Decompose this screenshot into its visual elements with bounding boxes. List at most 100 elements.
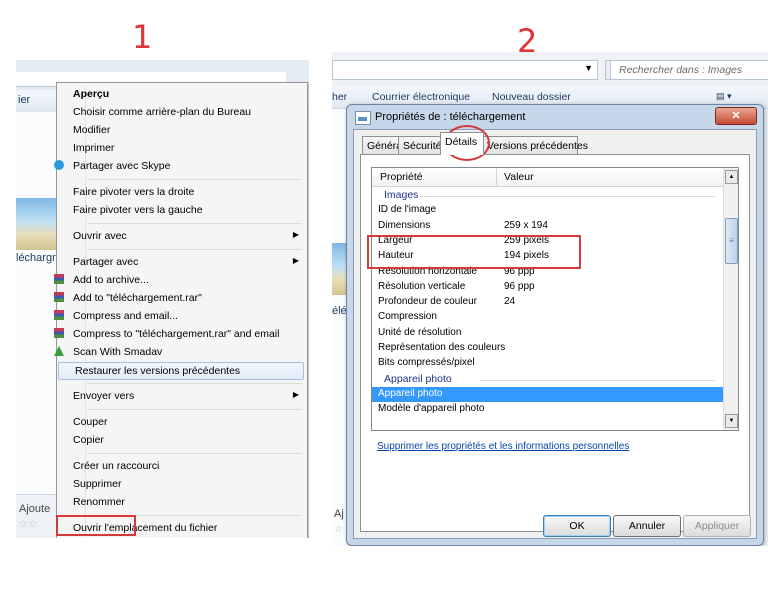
property-row[interactable]: Bits compressés/pixel [372,356,724,371]
toolbar-fragment: ier [18,94,31,106]
property-value: 259 x 194 [504,219,548,231]
menu-item[interactable]: Scan With Smadav [54,344,305,360]
highlight-box-properties [56,515,136,536]
highlight-box-width-height [367,235,581,269]
menu-item[interactable]: Modifier [57,122,305,138]
property-row[interactable]: ID de l'image [372,203,724,218]
menu-item[interactable]: Partager avec Skype [54,158,305,174]
property-group-header[interactable]: Images [372,188,724,203]
menu-item-label: Partager avec Skype [73,160,171,172]
property-row[interactable]: Compression [372,310,724,325]
menu-item[interactable]: Copier [57,432,305,448]
property-row[interactable]: Unité de résolution [372,326,724,341]
column-divider[interactable] [496,168,497,186]
menu-item-label: Supprimer [73,478,122,490]
menu-item[interactable]: Partager avec ▶ [57,254,305,270]
rating-stars[interactable]: ☆☆ [19,519,37,530]
address-bar[interactable]: ▼ [332,60,598,80]
step-number-1: 1 [132,18,153,56]
menu-item[interactable]: Aperçu [57,86,305,102]
properties-dialog: Propriétés de : téléchargement ✕ Général… [346,104,764,546]
vertical-scrollbar[interactable]: ▲ ≡ ▼ [723,168,738,430]
menu-item-label: Ouvrir avec [73,230,127,242]
property-name: Appareil photo [378,387,443,399]
property-row[interactable]: Modèle d'appareil photo [372,402,724,417]
menu-item-label: Compress to "téléchargement.rar" and ema… [73,328,280,340]
property-name: Dimensions [378,219,431,231]
submenu-arrow-icon: ▶ [292,390,299,399]
remove-properties-link[interactable]: Supprimer les propriétés et les informat… [377,441,629,452]
tab-previous-versions[interactable]: Versions précédentes [482,136,588,154]
cancel-button[interactable]: Annuler [613,515,681,537]
menu-item-label: Copier [73,434,104,446]
group-divider [420,196,716,197]
submenu-arrow-icon: ▶ [292,230,299,239]
scroll-down-icon[interactable]: ▼ [725,414,738,428]
scroll-thumb[interactable]: ≡ [725,218,738,264]
menu-item[interactable]: Compress to "téléchargement.rar" and ema… [54,326,305,342]
menu-item[interactable]: Compress and email... [54,308,305,324]
apply-button[interactable]: Appliquer [683,515,751,537]
thumbnail-label[interactable]: léchargr [16,252,56,264]
menu-item-label: Aperçu [73,88,110,100]
menu-item[interactable]: Envoyer vers ▶ [57,388,305,404]
ok-button[interactable]: OK [543,515,611,537]
explorer-panel-2: ▼ ⟲ Rechercher dans : Images her Courrie… [332,52,768,546]
menu-item-label: Compress and email... [73,310,179,322]
menu-item[interactable]: Faire pivoter vers la gauche [57,202,305,218]
submenu-arrow-icon: ▶ [292,256,299,265]
property-row[interactable]: Appareil photo [372,386,724,402]
tab-security[interactable]: Sécurité [398,136,442,154]
scroll-up-icon[interactable]: ▲ [725,170,738,184]
menu-item[interactable]: Renommer [57,494,305,510]
menu-item[interactable]: Restaurer les versions précédentes [58,362,304,380]
property-row[interactable]: Représentation des couleurs [372,341,724,356]
menu-item[interactable]: Supprimer [57,476,305,492]
chevron-down-icon[interactable]: ▼ [584,63,593,73]
menu-item[interactable]: Faire pivoter vers la droite [57,184,305,200]
menu-item[interactable]: Ouvrir avec ▶ [57,228,305,244]
skype-icon [54,160,64,170]
details-tab-pane: Propriété Valeur Images ID de l'image Dime… [360,154,750,532]
menu-item[interactable]: Add to "téléchargement.rar" [54,290,305,306]
property-value: 96 ppp [504,280,535,292]
details-pane-text: Ajoute [19,503,51,515]
menu-item[interactable]: Add to archive... [54,272,305,288]
details-pane-text: Aj [334,508,344,520]
menu-item[interactable]: Imprimer [57,140,305,156]
column-header-value[interactable]: Valeur [504,171,534,183]
new-folder-button[interactable]: Nouveau dossier [492,91,571,103]
column-header-property[interactable]: Propriété [380,171,423,183]
menu-item-label: Choisir comme arrière-plan du Bureau [73,106,251,118]
menu-separator [87,179,302,180]
property-row[interactable]: Résolution verticale 96 ppp [372,280,724,295]
menu-separator [87,453,302,454]
menu-item-label: Faire pivoter vers la gauche [73,204,203,216]
list-header: Propriété Valeur [372,168,724,187]
menu-item-label: Restaurer les versions précédentes [75,365,241,377]
menu-item-label: Modifier [73,124,111,136]
search-input[interactable]: Rechercher dans : Images [610,60,768,80]
winrar-icon [54,328,64,338]
property-name: Profondeur de couleur [378,296,477,308]
tab-details[interactable]: Détails [440,132,484,155]
toolbar-fragment: her [332,91,348,103]
property-name: ID de l'image [378,204,437,216]
email-button[interactable]: Courrier électronique [372,91,470,103]
details-pane: Ajoute ☆☆ [16,494,58,538]
menu-item[interactable]: Créer un raccourci [57,458,305,474]
menu-separator [87,249,302,250]
menu-item[interactable]: Couper [57,414,305,430]
tab-previous-versions-label: Versions précédentes [487,140,588,152]
property-group-header[interactable]: Appareil photo [372,372,724,387]
property-row[interactable]: Dimensions 259 x 194 [372,219,724,234]
menu-item[interactable]: Choisir comme arrière-plan du Bureau [57,104,305,120]
property-value: 24 [504,296,516,308]
property-row[interactable]: Profondeur de couleur 24 [372,295,724,310]
property-name: Compression [378,311,437,323]
tab-general[interactable]: Général [362,136,404,154]
close-button[interactable]: ✕ [715,107,757,125]
rating-stars[interactable]: ☆ [334,524,343,535]
image-thumbnail[interactable] [16,198,60,250]
view-icon[interactable]: ▤ ▾ [716,91,732,102]
